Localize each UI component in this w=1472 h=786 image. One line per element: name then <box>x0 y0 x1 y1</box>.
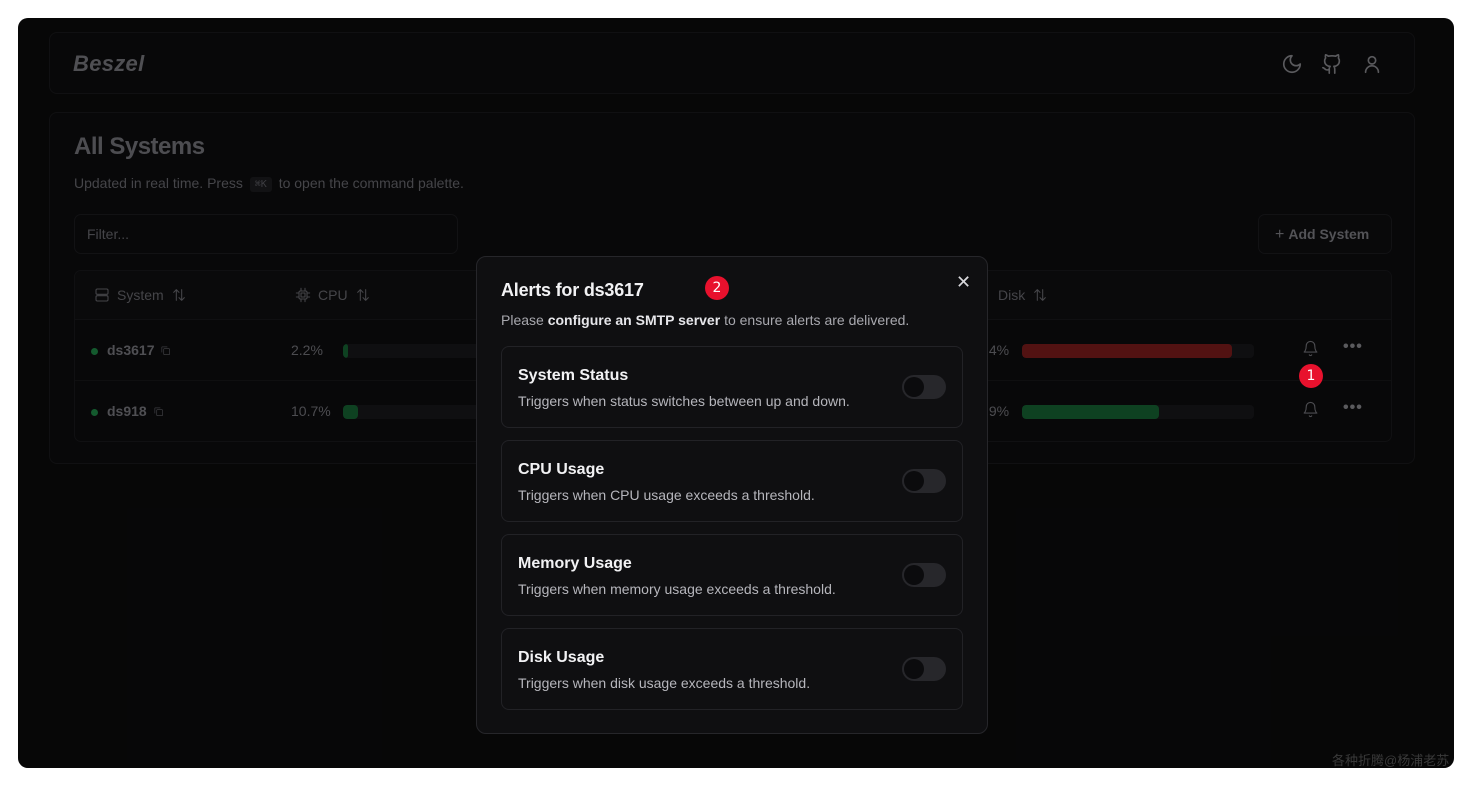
alert-system-status: System Status Triggers when status switc… <box>501 346 963 428</box>
alert-memory-usage: Memory Usage Triggers when memory usage … <box>501 534 963 616</box>
annotation-badge-1: 1 <box>1299 364 1323 388</box>
alert-cpu-usage: CPU Usage Triggers when CPU usage exceed… <box>501 440 963 522</box>
cpu-usage-toggle[interactable] <box>902 469 946 493</box>
toggle-knob <box>904 659 924 679</box>
alert-title: Disk Usage <box>518 649 605 666</box>
close-icon[interactable]: ✕ <box>956 272 971 293</box>
alert-title: Memory Usage <box>518 555 632 572</box>
memory-usage-toggle[interactable] <box>902 563 946 587</box>
alert-title: CPU Usage <box>518 461 605 478</box>
disk-usage-toggle[interactable] <box>902 657 946 681</box>
toggle-knob <box>904 377 924 397</box>
annotation-badge-2: 2 <box>705 276 729 300</box>
alert-description: Triggers when CPU usage exceeds a thresh… <box>518 487 815 503</box>
dialog-title: Alerts for ds3617 <box>501 280 644 300</box>
smtp-config-link[interactable]: configure an SMTP server <box>548 312 720 328</box>
alert-disk-usage: Disk Usage Triggers when disk usage exce… <box>501 628 963 710</box>
alert-description: Triggers when memory usage exceeds a thr… <box>518 581 836 597</box>
dialog-description: Please configure an SMTP server to ensur… <box>501 312 910 328</box>
alerts-dialog: Alerts for ds3617 ✕ Please configure an … <box>476 256 988 734</box>
toggle-knob <box>904 471 924 491</box>
alert-title: System Status <box>518 367 629 384</box>
alert-description: Triggers when status switches between up… <box>518 393 850 409</box>
alert-description: Triggers when disk usage exceeds a thres… <box>518 675 811 691</box>
toggle-knob <box>904 565 924 585</box>
system-status-toggle[interactable] <box>902 375 946 399</box>
watermark: 各种折腾@杨浦老苏 <box>1332 753 1450 768</box>
